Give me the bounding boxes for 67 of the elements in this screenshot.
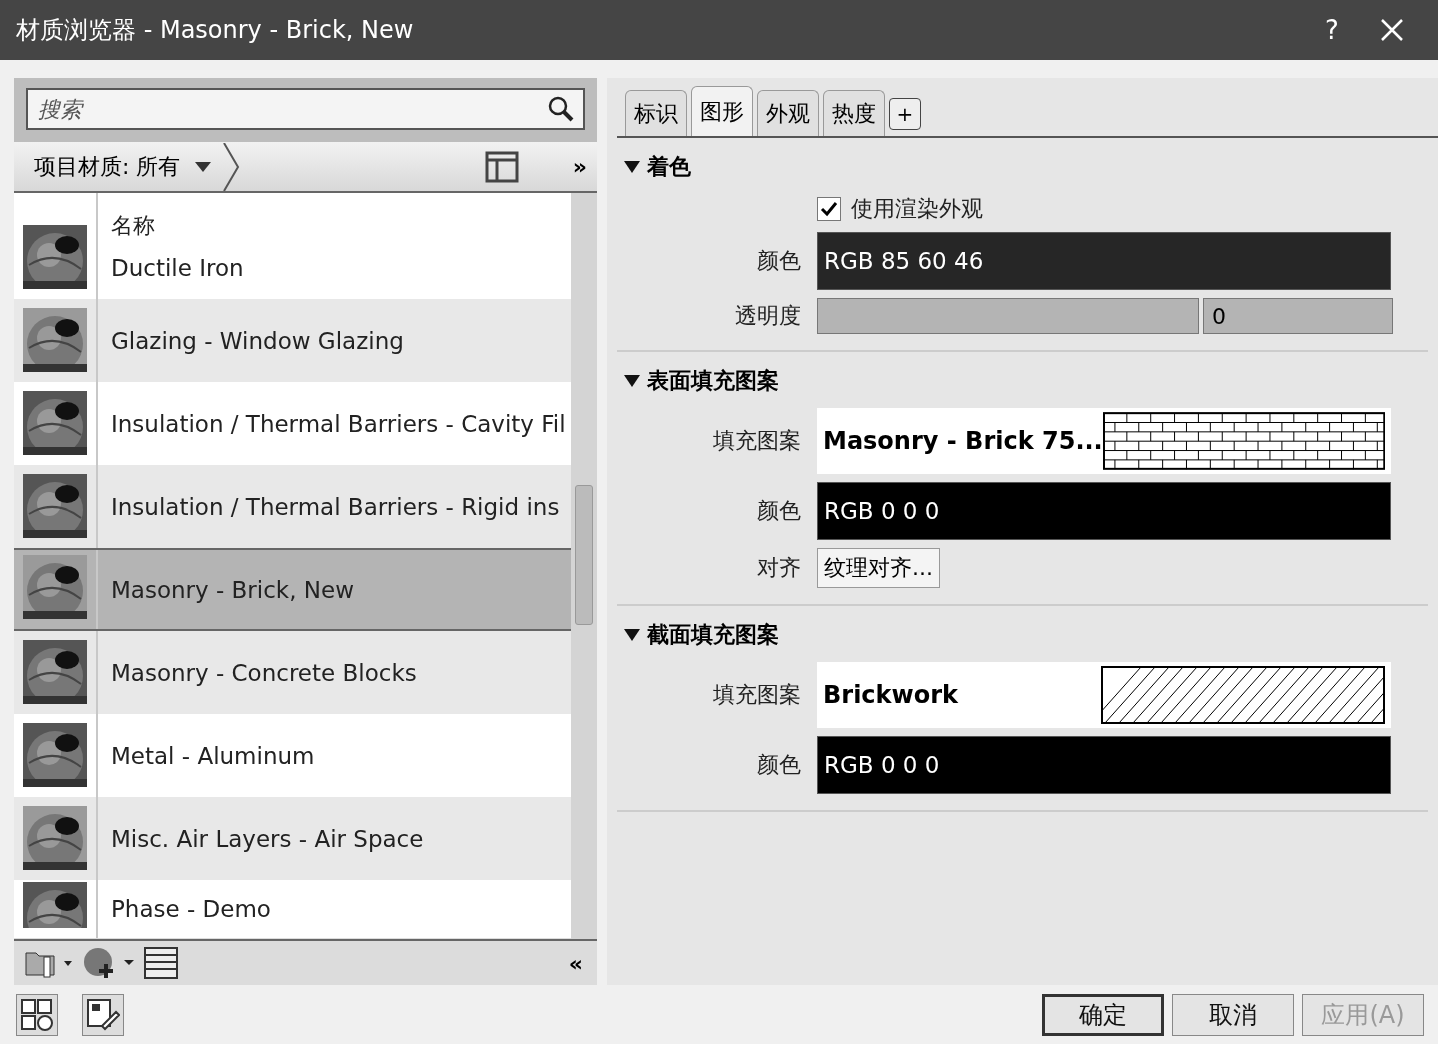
material-name: Metal - Aluminum [111, 742, 316, 769]
material-row[interactable]: Metal - Aluminum [14, 714, 571, 797]
tab[interactable]: 标识 [625, 90, 687, 136]
window-title: 材质浏览器 - Masonry - Brick, New [16, 15, 415, 46]
scrollbar[interactable] [571, 193, 597, 939]
material-name: Masonry - Brick, New [111, 576, 355, 603]
material-row[interactable]: Phase - Demo [14, 880, 571, 938]
section-header[interactable]: 着色 [617, 138, 697, 190]
material-name: Ductile Iron [111, 255, 245, 281]
color-swatch[interactable]: RGB 0 0 0 [817, 736, 1391, 794]
value-field[interactable]: 0 [1203, 298, 1393, 334]
dropdown-icon [194, 160, 213, 173]
field-label: 透明度 [734, 302, 801, 330]
field-label: 对齐 [756, 554, 801, 582]
collapse-button[interactable]: « [564, 950, 587, 976]
search-field[interactable]: 搜索 [26, 88, 585, 130]
brick-pattern-icon [1102, 412, 1385, 470]
expand-triangle-icon [623, 628, 641, 642]
material-name: Insulation / Thermal Barriers - Cavity Fil [111, 410, 567, 437]
field-label: 颜色 [756, 247, 801, 275]
field-label: 颜色 [756, 497, 801, 525]
dialog-button[interactable]: 取消 [1172, 993, 1294, 1036]
tab[interactable]: 外观 [757, 90, 819, 136]
material-row[interactable]: Masonry - Concrete Blocks [14, 631, 571, 714]
field-label: 填充图案 [712, 681, 801, 709]
section-header[interactable]: 截面填充图案 [617, 606, 785, 658]
material-row[interactable]: Insulation / Thermal Barriers - Rigid ins [14, 465, 571, 548]
library-dropdown[interactable]: 项目材质: 所有 [34, 151, 213, 182]
color-swatch[interactable]: RGB 85 60 46 [817, 232, 1391, 290]
checkbox[interactable]: 使用渲染外观 [817, 194, 983, 224]
tab[interactable]: 热度 [823, 90, 885, 136]
field-label: 填充图案 [712, 427, 801, 455]
expand-triangle-icon [623, 374, 641, 388]
search-icon [547, 95, 575, 123]
material-row[interactable]: 名称 Ductile Iron [14, 193, 571, 299]
material-row[interactable]: Misc. Air Layers - Air Space [14, 797, 571, 880]
layout-icon[interactable] [484, 150, 519, 183]
column-header[interactable]: 名称 [111, 211, 571, 241]
add-tab-button[interactable]: + [889, 98, 921, 130]
field-label: 颜色 [756, 751, 801, 779]
chevron-icon [222, 142, 241, 191]
material-name: Phase - Demo [111, 896, 272, 922]
checkmark-icon [819, 199, 839, 219]
material-name: Insulation / Thermal Barriers - Rigid ins [111, 493, 561, 520]
material-name: Masonry - Concrete Blocks [111, 659, 418, 686]
material-name: Glazing - Window Glazing [111, 327, 405, 354]
list-icon[interactable] [144, 947, 178, 979]
section-header[interactable]: 表面填充图案 [617, 352, 785, 404]
more-button[interactable]: » [568, 154, 591, 179]
grid-icon[interactable] [16, 993, 58, 1036]
material-name: Misc. Air Layers - Air Space [111, 825, 425, 852]
material-row[interactable]: Masonry - Brick, New [14, 548, 571, 631]
help-button[interactable]: ? [1302, 5, 1362, 55]
align-button[interactable]: 纹理对齐... [817, 548, 940, 588]
tab[interactable]: 图形 [691, 86, 753, 136]
expand-triangle-icon [623, 160, 641, 174]
dialog-button[interactable]: 确定 [1042, 993, 1164, 1036]
edit-icon[interactable] [82, 993, 124, 1036]
slider-track[interactable] [817, 298, 1199, 334]
color-swatch[interactable]: RGB 0 0 0 [817, 482, 1391, 540]
pattern-field[interactable]: Masonry - Brick 75... [817, 408, 1391, 474]
add-material-icon[interactable] [82, 946, 136, 980]
material-row[interactable]: Glazing - Window Glazing [14, 299, 571, 382]
material-row[interactable]: Insulation / Thermal Barriers - Cavity Fil [14, 382, 571, 465]
close-icon [1380, 18, 1404, 42]
diagonal-hatch-icon [1101, 666, 1385, 724]
pattern-field[interactable]: Brickwork [817, 662, 1391, 728]
